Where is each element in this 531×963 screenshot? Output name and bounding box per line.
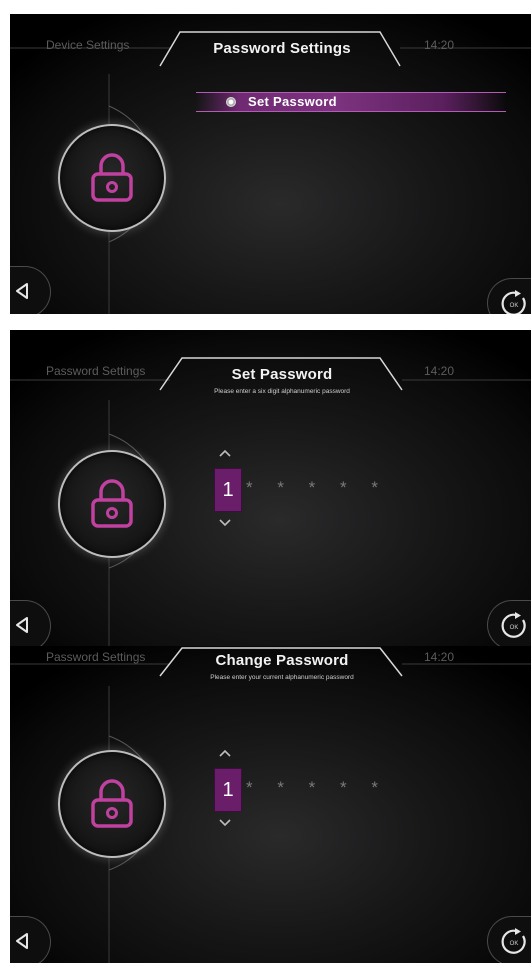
page-title: Set Password [231, 366, 333, 383]
svg-text:OK: OK [510, 303, 519, 309]
breadcrumb[interactable]: Device Settings [46, 38, 129, 52]
lock-badge [58, 750, 166, 858]
lock-icon [91, 479, 133, 528]
ok-refresh-icon: OK [501, 612, 526, 638]
chevron-down-icon[interactable] [218, 818, 232, 828]
password-mask: * * * * * [246, 478, 388, 497]
ok-refresh-icon: OK [501, 290, 526, 314]
password-digit-input[interactable]: 1 [214, 468, 242, 512]
clock: 14:20 [424, 650, 455, 664]
set-password-screen: Password Settings Set Password 14:20 Ple… [10, 330, 531, 646]
page-title: Change Password [215, 652, 349, 669]
clock: 14:20 [424, 364, 455, 378]
back-arrow-icon [16, 617, 28, 633]
breadcrumb[interactable]: Password Settings [46, 364, 145, 378]
svg-text:OK: OK [510, 941, 519, 947]
lock-icon [91, 153, 133, 202]
instruction-text: Please enter a six digit alphanumeric pa… [214, 388, 350, 395]
ok-button[interactable]: OK [487, 600, 531, 646]
ok-button[interactable]: OK [487, 916, 531, 963]
breadcrumb[interactable]: Password Settings [46, 650, 145, 664]
lock-icon [91, 779, 133, 828]
back-arrow-icon [16, 283, 28, 299]
radio-selected-icon [226, 97, 236, 107]
lock-badge [58, 124, 166, 232]
back-arrow-icon [16, 933, 28, 949]
menu-item-set-password[interactable]: Set Password [196, 92, 506, 112]
password-mask: * * * * * [246, 778, 388, 797]
instruction-text: Please enter your current alphanumeric p… [210, 674, 354, 681]
password-digit-input[interactable]: 1 [214, 768, 242, 812]
page-title: Password Settings [213, 40, 351, 57]
menu-item-label: Set Password [248, 94, 337, 109]
chevron-up-icon[interactable] [218, 748, 232, 758]
clock: 14:20 [424, 38, 455, 52]
chevron-down-icon[interactable] [218, 518, 232, 528]
svg-text:OK: OK [510, 625, 519, 631]
chevron-up-icon[interactable] [218, 448, 232, 458]
password-settings-screen: Device Settings Password Settings 14:20 … [10, 14, 531, 314]
change-password-screen: Password Settings Change Password 14:20 … [10, 646, 531, 963]
lock-badge [58, 450, 166, 558]
ok-refresh-icon: OK [501, 928, 526, 954]
